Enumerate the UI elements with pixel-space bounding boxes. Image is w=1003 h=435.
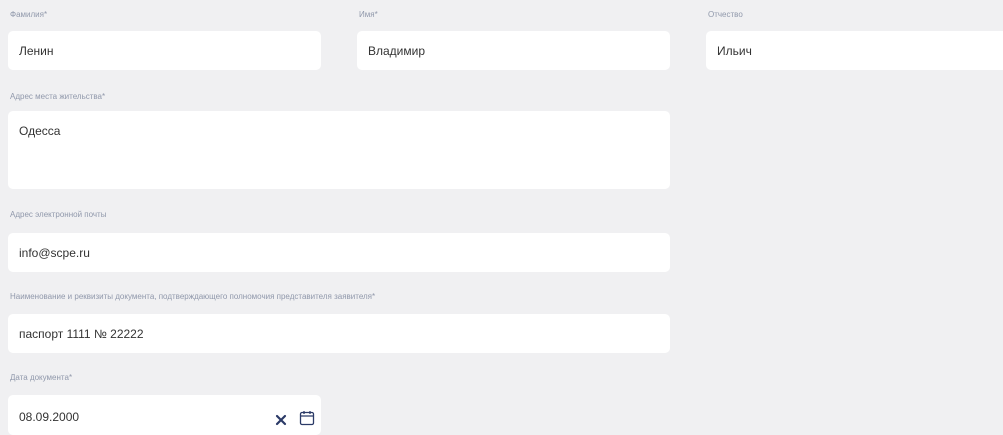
first-name-value: Владимир bbox=[368, 43, 426, 58]
patronymic-field[interactable]: Ильич bbox=[706, 31, 1003, 70]
email-value: info@scpe.ru bbox=[19, 245, 90, 260]
address-textarea[interactable]: Одесса bbox=[8, 111, 670, 189]
first-name-field[interactable]: Владимир bbox=[357, 31, 670, 70]
patronymic-value: Ильич bbox=[717, 43, 752, 58]
last-name-value: Ленин bbox=[19, 43, 54, 58]
document-date-value: 08.09.2000 bbox=[19, 410, 80, 424]
document-date-label: Дата документа* bbox=[10, 373, 73, 382]
calendar-icon[interactable] bbox=[299, 410, 315, 426]
document-value: паспорт 1111 № 22222 bbox=[19, 326, 144, 341]
clear-x-icon[interactable] bbox=[274, 413, 288, 427]
document-field[interactable]: паспорт 1111 № 22222 bbox=[8, 314, 670, 353]
address-label: Адрес места жительства* bbox=[10, 92, 106, 101]
last-name-label: Фамилия* bbox=[10, 10, 48, 19]
document-label: Наименование и реквизиты документа, подт… bbox=[10, 292, 376, 301]
email-field[interactable]: info@scpe.ru bbox=[8, 233, 670, 272]
last-name-field[interactable]: Ленин bbox=[8, 31, 321, 70]
address-value: Одесса bbox=[19, 124, 61, 138]
first-name-label: Имя* bbox=[359, 10, 378, 19]
document-date-field[interactable]: 08.09.2000 bbox=[8, 395, 321, 435]
patronymic-label: Отчество bbox=[708, 10, 743, 19]
email-label: Адрес электронной почты bbox=[10, 210, 107, 219]
